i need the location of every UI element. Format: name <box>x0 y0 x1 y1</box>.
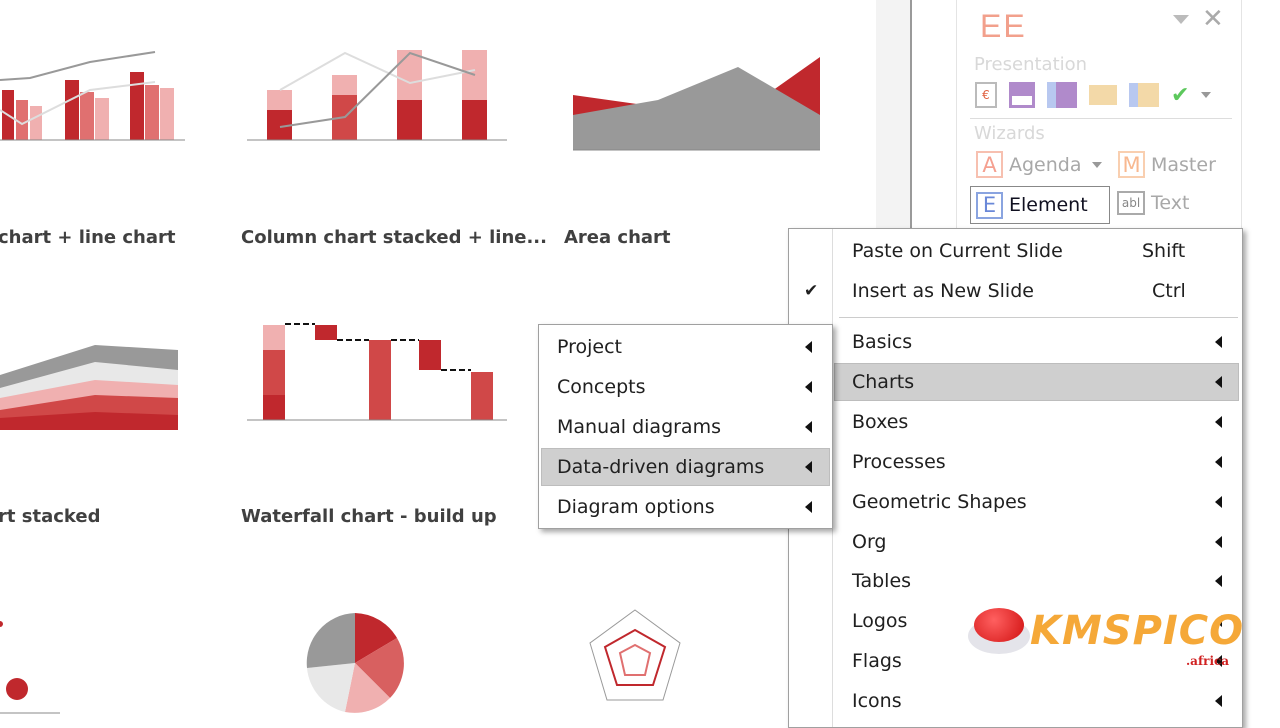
submenu-arrow-icon <box>1215 695 1222 707</box>
checkmark-icon: ✔ <box>804 281 819 301</box>
close-icon[interactable]: ✕ <box>1202 4 1224 34</box>
watermark-text: KMSPICO <box>1030 608 1245 654</box>
menu-item-label: Logos <box>852 610 908 632</box>
agenda-button[interactable]: A Agenda <box>976 151 1102 178</box>
check-icon[interactable]: ✔ <box>1171 83 1189 108</box>
submenu-arrow-icon <box>1215 456 1222 468</box>
gallery-caption: chart + line chart <box>0 227 176 248</box>
menu-item-basics[interactable]: Basics <box>789 322 1242 362</box>
shortcut-label: Shift <box>1142 240 1186 262</box>
master-button[interactable]: M Master <box>1118 151 1216 178</box>
bubble-chart-thumbnail[interactable] <box>0 610 70 720</box>
menu-item-label: Tables <box>852 570 912 592</box>
menu-item-org[interactable]: Org <box>789 522 1242 562</box>
submenu-arrow-icon <box>805 381 812 393</box>
menu-item-label: Icons <box>852 690 902 712</box>
menu-item-label: Data-driven diagrams <box>557 456 765 478</box>
menu-item-label: Insert as New Slide <box>852 280 1034 302</box>
waterfall-chart-thumbnail[interactable] <box>245 320 510 445</box>
menu-item-boxes[interactable]: Boxes <box>789 402 1242 442</box>
element-label: Element <box>1009 194 1088 216</box>
submenu-arrow-icon <box>805 421 812 433</box>
charts-submenu: Project Concepts Manual diagrams Data-dr… <box>538 324 833 529</box>
column-stacked-line-chart-thumbnail[interactable] <box>245 45 510 170</box>
presentation-toolbar: € ✔ <box>975 82 1212 108</box>
element-icon: E <box>976 191 1003 219</box>
presentation-label: Presentation <box>974 54 1088 75</box>
menu-item-label: Project <box>557 336 623 358</box>
submenu-item-concepts[interactable]: Concepts <box>539 367 832 407</box>
menu-item-tables[interactable]: Tables <box>789 561 1242 601</box>
text-icon: abl <box>1117 191 1145 215</box>
menu-item-label: Charts <box>852 371 915 393</box>
submenu-item-data-driven-diagrams[interactable]: Data-driven diagrams <box>539 447 832 487</box>
save-icon[interactable] <box>1009 82 1035 108</box>
area-stacked-chart-thumbnail[interactable] <box>0 340 180 440</box>
submenu-item-project[interactable]: Project <box>539 327 832 367</box>
shortcut-label: Ctrl <box>1152 280 1186 302</box>
submenu-item-manual-diagrams[interactable]: Manual diagrams <box>539 407 832 447</box>
menu-item-label: Paste on Current Slide <box>852 240 1063 262</box>
ee-logo: EE <box>980 8 1027 44</box>
menu-item-label: Org <box>852 531 887 553</box>
menu-separator <box>839 317 1238 318</box>
new-document-icon[interactable]: € <box>975 82 997 108</box>
submenu-arrow-icon <box>805 501 812 513</box>
submenu-arrow-icon <box>1215 416 1222 428</box>
save-multiple-icon[interactable] <box>1047 82 1077 108</box>
master-label: Master <box>1151 153 1216 176</box>
menu-item-label: Processes <box>852 451 946 473</box>
menu-item-geometric-shapes[interactable]: Geometric Shapes <box>789 482 1242 522</box>
panel-dropdown-icon[interactable] <box>1173 15 1189 24</box>
watermark-suffix: .africa <box>1186 654 1230 668</box>
agenda-icon: A <box>976 151 1003 178</box>
menu-item-label: Geometric Shapes <box>852 491 1027 513</box>
menu-item-charts[interactable]: Charts <box>789 362 1242 402</box>
text-label: Text <box>1151 192 1190 214</box>
menu-item-label: Diagram options <box>557 496 715 518</box>
gallery-caption: Area chart <box>564 227 671 248</box>
submenu-arrow-icon <box>1215 336 1222 348</box>
submenu-arrow-icon <box>1215 376 1222 388</box>
gallery-caption: Waterfall chart - build up <box>241 506 497 527</box>
menu-item-label: Boxes <box>852 411 909 433</box>
gallery-caption: rt stacked <box>0 506 101 527</box>
radar-chart-thumbnail[interactable] <box>585 605 685 715</box>
mail-icon[interactable] <box>1089 85 1117 105</box>
kmspico-watermark-logo: KMSPICO .africa <box>968 604 1243 674</box>
submenu-arrow-icon <box>1215 496 1222 508</box>
menu-item-label: Basics <box>852 331 913 353</box>
menu-item-label: Flags <box>852 650 902 672</box>
menu-item-processes[interactable]: Processes <box>789 442 1242 482</box>
menu-item-label: Concepts <box>557 376 646 398</box>
submenu-arrow-icon <box>1215 536 1222 548</box>
pie-chart-thumbnail[interactable] <box>300 608 410 718</box>
more-dropdown-icon[interactable] <box>1201 92 1212 98</box>
menu-item-insert-as-new-slide[interactable]: ✔ Insert as New Slide Ctrl <box>789 271 1242 311</box>
menu-item-paste-on-current-slide[interactable]: Paste on Current Slide Shift <box>789 231 1242 271</box>
submenu-item-diagram-options[interactable]: Diagram options <box>539 487 832 527</box>
menu-item-label: Manual diagrams <box>557 416 721 438</box>
menu-item-icons[interactable]: Icons <box>789 681 1242 721</box>
agenda-label: Agenda <box>1009 153 1082 176</box>
column-line-chart-thumbnail[interactable] <box>0 40 190 170</box>
element-button[interactable]: E Element <box>970 186 1110 224</box>
divider <box>970 118 1232 119</box>
mail-multiple-icon[interactable] <box>1129 83 1159 107</box>
master-icon: M <box>1118 151 1145 178</box>
submenu-arrow-icon <box>805 341 812 353</box>
submenu-arrow-icon <box>805 461 812 473</box>
area-chart-thumbnail[interactable] <box>568 45 823 165</box>
wizards-label: Wizards <box>974 123 1045 144</box>
agenda-dropdown-icon[interactable] <box>1091 161 1102 168</box>
submenu-arrow-icon <box>1215 575 1222 587</box>
gallery-caption: Column chart stacked + line... <box>241 227 547 248</box>
text-button[interactable]: abl Text <box>1117 191 1189 215</box>
